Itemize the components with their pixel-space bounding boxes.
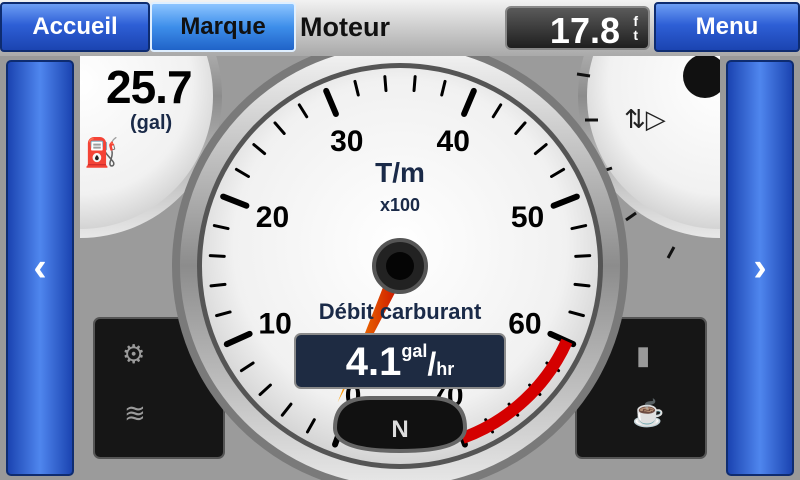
fuel-flow-readout: 4.1gal/hr [345, 340, 455, 384]
depth-unit-bottom: t [633, 27, 638, 43]
tach-tick [209, 282, 227, 288]
tach-tick [574, 254, 592, 258]
tach-tick [383, 75, 388, 93]
brand-tab[interactable]: Marque [150, 2, 296, 52]
menu-button[interactable]: Menu [654, 2, 800, 52]
chevron-left-icon: ‹ [33, 245, 47, 290]
top-bar: Accueil Marque Moteur 17.8 f t Menu [0, 0, 800, 56]
next-page-button[interactable]: › [720, 56, 800, 480]
home-button[interactable]: Accueil [0, 2, 150, 52]
engine-gauges: 0 10 20 30 40 50 60 70 T/m x100 Débit carburant… [80, 56, 720, 480]
tach-multiplier: x100 [380, 195, 420, 215]
depth-value: 17.8 [549, 10, 620, 51]
fuel-level-value: 25.7 [106, 61, 193, 113]
fuel-flow-label: Débit carburant [319, 299, 482, 324]
tach-tick-label: 20 [256, 201, 289, 234]
tach-tick-label: 30 [330, 125, 363, 158]
tach-tick-label: 10 [258, 307, 291, 340]
fuel-pump-icon: ⛽ [84, 137, 119, 168]
check-engine-icon: ⚙ [122, 339, 146, 369]
prev-page-button[interactable]: ‹ [0, 56, 80, 480]
gear-indicator: N [391, 416, 409, 443]
page-title: Moteur [300, 12, 390, 42]
battery-icon: ▮ [636, 340, 651, 370]
oil-can-icon: ☕ [632, 398, 665, 428]
fuel-level-unit: (gal) [130, 112, 173, 134]
fuel-flow-unit-top: gal [401, 341, 428, 361]
fuel-flow-unit-bottom: hr [436, 359, 455, 379]
boat-trim-icon: ⇅▷ [624, 104, 666, 134]
tach-tick-label: 50 [511, 201, 544, 234]
coolant-temp-icon: ≋ [124, 398, 146, 428]
fuel-flow-value: 4.1 [345, 340, 402, 384]
depth-readout: 17.8 f t [505, 6, 650, 51]
tach-tick [412, 75, 417, 93]
tach-tick [573, 282, 591, 288]
chevron-right-icon: › [753, 245, 767, 290]
tach-tick [208, 254, 226, 258]
tach-tick-label: 60 [508, 307, 541, 340]
tach-label: T/m [375, 157, 425, 188]
tach-tick-label: 40 [437, 125, 470, 158]
